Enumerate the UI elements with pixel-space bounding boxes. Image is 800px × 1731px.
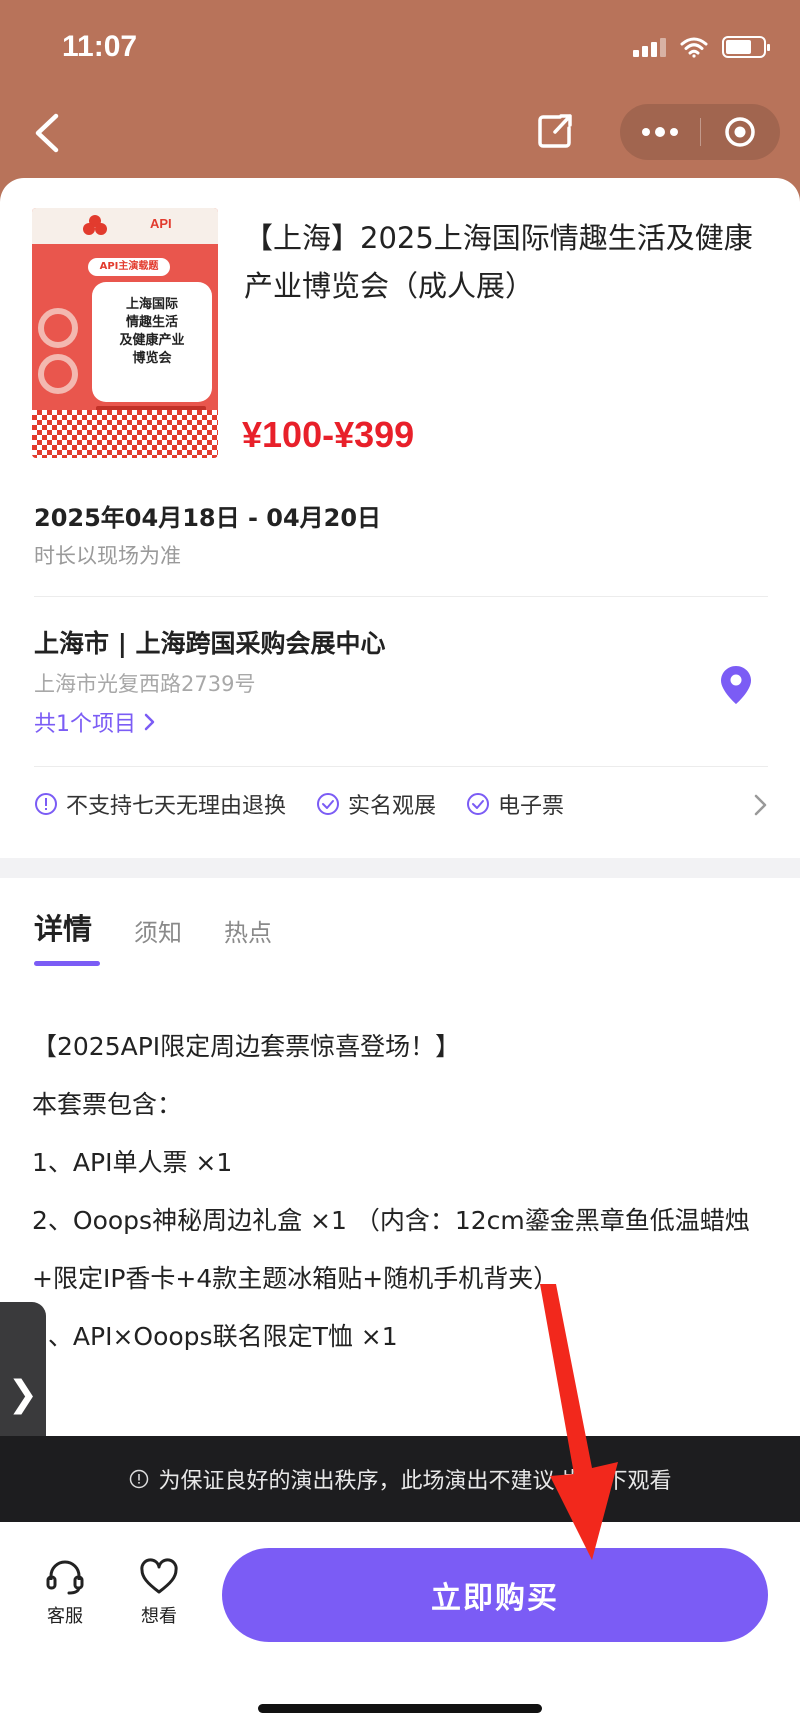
more-button[interactable] (620, 104, 700, 160)
venue-address: 上海市光复西路2739号 (34, 672, 256, 696)
detail-tabs: 详情 须知 热点 (34, 906, 272, 966)
poster-panel: 上海国际 情趣生活 及健康产业 博览会 (92, 282, 212, 402)
want-to-see-button[interactable]: 想看 (124, 1558, 194, 1628)
tab-notice[interactable]: 须知 (134, 913, 182, 948)
description-line: 2、Ooops神秘周边礼盒 ×1 （内含：12cm鎏金黑章鱼低温蜡烛+限定IP香… (32, 1206, 750, 1293)
status-icons (633, 36, 770, 58)
battery-icon (722, 36, 770, 58)
event-title: 【上海】2025上海国际情趣生活及健康产业博览会（成人展） (244, 221, 753, 303)
policy-real-name: 实名观展 (316, 788, 436, 820)
customer-service-label: 客服 (47, 1606, 83, 1627)
tab-details[interactable]: 详情 (34, 906, 101, 966)
description-line: 本套票包含： (32, 1090, 183, 1119)
share-icon (538, 114, 572, 148)
description-line: 1、API单人票 ×1 (32, 1148, 233, 1177)
headset-icon (46, 1560, 84, 1595)
chevron-right-icon[interactable] (752, 792, 770, 818)
price-range: ¥100-¥399 (242, 414, 415, 455)
poster-line: 博览会 (132, 351, 172, 366)
projects-link[interactable]: 共1个项目 (34, 706, 156, 738)
policy-no-refund: 不支持七天无理由退换 (34, 788, 286, 820)
policy-label: 不支持七天无理由退换 (66, 794, 287, 819)
poster-brand: API (150, 216, 172, 231)
divider (34, 766, 768, 767)
close-mini-program-button[interactable] (701, 104, 781, 160)
event-description: 【2025API限定周边套票惊喜登场！】 本套票包含： 1、API单人票 ×1 … (32, 1018, 772, 1366)
check-circle-icon (467, 793, 490, 815)
tab-hot[interactable]: 热点 (224, 913, 272, 948)
status-time: 11:07 (62, 30, 138, 63)
more-dots-icon (641, 127, 678, 137)
wifi-icon (680, 37, 708, 58)
home-indicator (258, 1704, 542, 1713)
age-notice-bar: 为保证良好的演出秩序，此场演出不建议 岁以下观看 (0, 1436, 800, 1522)
poster-top-strip (32, 208, 218, 244)
venue-name[interactable]: 上海市 | 上海跨国采购会展中心 (34, 624, 386, 660)
detail-section: 详情 须知 热点 【2025API限定周边套票惊喜登场！】 本套票包含： 1、A… (0, 878, 800, 1438)
check-circle-icon (317, 793, 340, 815)
customer-service-button[interactable]: 客服 (30, 1558, 100, 1628)
nav-bar (0, 96, 800, 176)
age-notice-text: 为保证良好的演出秩序，此场演出不建议 岁以下观看 (158, 1469, 672, 1494)
poster-line: 上海国际 (125, 297, 178, 312)
map-pin-icon[interactable] (720, 665, 752, 705)
status-bar: 11:07 (0, 0, 800, 96)
policy-e-ticket: 电子票 (466, 788, 564, 820)
poster-clover-icon (83, 215, 107, 235)
info-icon (129, 1469, 148, 1489)
target-icon (725, 117, 755, 147)
duration-note: 时长以现场为准 (34, 544, 181, 568)
share-button[interactable] (532, 108, 578, 154)
event-info-card: API API主演载题 上海国际 情趣生活 及健康产业 博览会 【上海】2025… (0, 178, 800, 858)
back-button[interactable] (24, 108, 74, 158)
divider (34, 596, 768, 597)
heart-icon (140, 1558, 178, 1594)
poster-line: 情趣生活 (125, 315, 178, 330)
mini-program-capsule (620, 104, 780, 160)
chevron-left-icon (35, 113, 59, 153)
buy-now-button[interactable]: 立即购买 (222, 1548, 768, 1642)
policy-label: 实名观展 (348, 794, 437, 819)
event-date-range: 2025年04月18日 - 04月20日 (34, 504, 382, 532)
info-icon (35, 793, 57, 815)
cellular-signal-icon (633, 37, 666, 57)
want-to-see-label: 想看 (141, 1606, 177, 1627)
policy-label: 电子票 (498, 794, 565, 819)
chevron-right-icon (144, 713, 155, 731)
event-poster[interactable]: API API主演载题 上海国际 情趣生活 及健康产业 博览会 (32, 208, 218, 458)
poster-pill: API主演载题 (88, 258, 170, 276)
description-line: 3、API×Ooops联名限定T恤 ×1 (32, 1322, 398, 1351)
ticket-policies[interactable]: 不支持七天无理由退换 实名观展 电子票 (34, 788, 594, 820)
poster-line: 及健康产业 (119, 333, 185, 348)
description-line: 【2025API限定周边套票惊喜登场！】 (32, 1032, 461, 1061)
poster-checker-pattern (32, 410, 218, 458)
bottom-action-bar: 客服 想看 立即购买 (0, 1522, 800, 1731)
projects-link-label: 共1个项目 (34, 712, 136, 737)
poster-circles (38, 308, 78, 400)
